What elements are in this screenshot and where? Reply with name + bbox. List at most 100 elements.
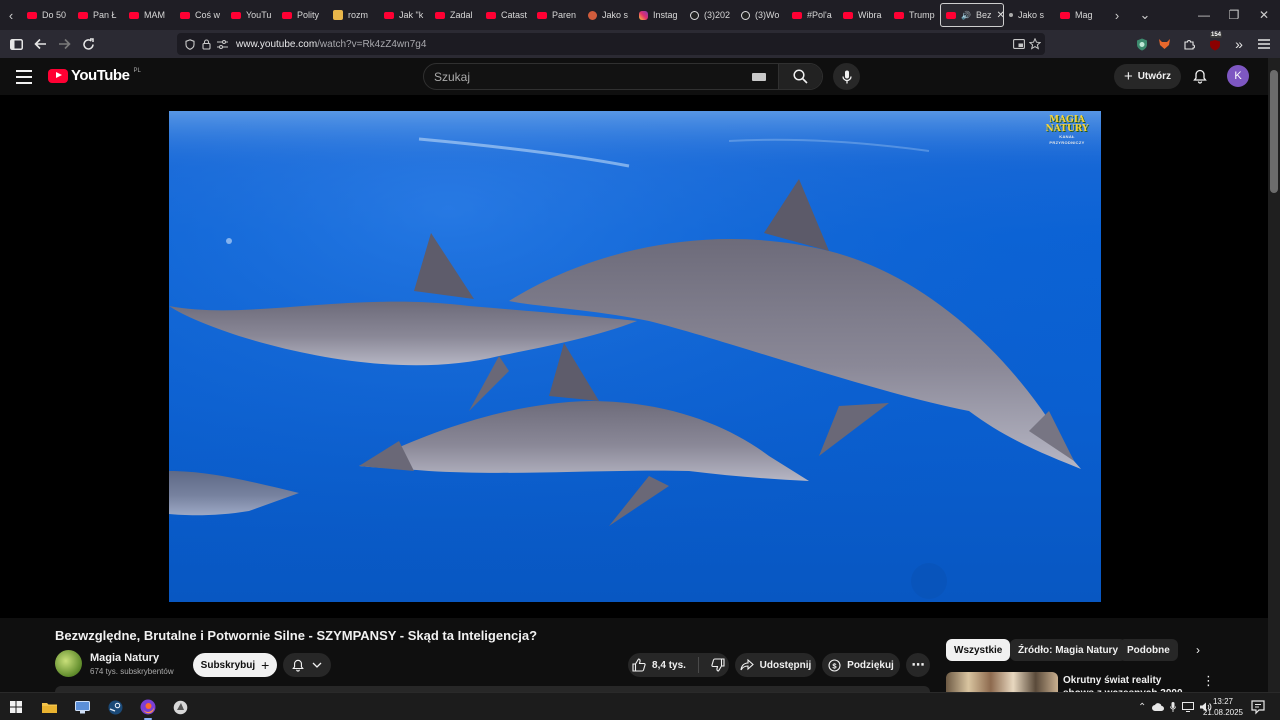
- app-menu-icon[interactable]: [1252, 32, 1276, 56]
- minimize-window-icon[interactable]: —: [1188, 0, 1220, 30]
- browser-tab[interactable]: Polity: [277, 3, 328, 27]
- chip-related[interactable]: Podobne: [1119, 639, 1178, 661]
- thanks-button[interactable]: $ Podziękuj: [822, 653, 900, 677]
- sidebar-toggle-icon[interactable]: [4, 32, 28, 56]
- chip-all[interactable]: Wszystkie: [946, 639, 1011, 661]
- fox-extension-icon[interactable]: [1152, 32, 1176, 56]
- picture-in-picture-icon[interactable]: [1011, 36, 1027, 52]
- voice-search-button[interactable]: [833, 63, 860, 90]
- dolphins-scene: [169, 111, 1101, 602]
- like-count[interactable]: 8,4 tys.: [652, 660, 686, 671]
- browser-tab[interactable]: #Pol'a: [787, 3, 838, 27]
- share-button[interactable]: Udostępnij: [735, 653, 816, 677]
- browser-tab[interactable]: Trump: [889, 3, 940, 27]
- notification-center-icon[interactable]: [1250, 699, 1266, 715]
- video-frame[interactable]: MAGIA NATURY KANAŁ PRZYRODNICZY: [169, 111, 1101, 602]
- tab-scroll-right-icon[interactable]: ›: [1106, 0, 1128, 30]
- notifications-button[interactable]: [1189, 65, 1211, 87]
- youtube-masthead: YouTube PL + Utwórz K: [0, 58, 1268, 95]
- browser-tab[interactable]: Mag: [1055, 3, 1106, 27]
- url-path: /watch?v=Rk4zZ4wn7g4: [317, 38, 427, 50]
- cloud-icon[interactable]: [1152, 703, 1165, 711]
- tab-label: Instag: [653, 10, 678, 20]
- clock-time: 13:27: [1212, 697, 1234, 706]
- browser-tab[interactable]: Catast: [481, 3, 532, 27]
- browser-tab[interactable]: rozm: [328, 3, 379, 27]
- tab-scroll-left-icon[interactable]: ‹: [0, 0, 22, 30]
- network-icon[interactable]: [1182, 702, 1195, 712]
- steam-icon[interactable]: [105, 697, 125, 717]
- browser-tab[interactable]: Coś w: [175, 3, 226, 27]
- recommended-video-title[interactable]: Okrutny świat reality shows z wczesnych …: [1063, 674, 1191, 692]
- more-actions-button[interactable]: ⋯: [906, 653, 930, 677]
- file-explorer-icon[interactable]: [39, 697, 59, 717]
- close-tab-icon[interactable]: ✕: [996, 10, 1003, 21]
- tab-label: #Pol'a: [807, 10, 832, 20]
- vpn-extension-icon[interactable]: [1130, 32, 1154, 56]
- tab-label: Jak "k: [399, 10, 424, 20]
- browser-tab[interactable]: (3)202: [685, 3, 736, 27]
- close-window-icon[interactable]: ✕: [1248, 0, 1280, 30]
- browser-tab[interactable]: Jak "k: [379, 3, 430, 27]
- search-button[interactable]: [778, 64, 822, 89]
- channel-name[interactable]: Magia Natury: [90, 652, 159, 664]
- browser-tab[interactable]: Instag: [634, 3, 685, 27]
- bookmark-star-icon[interactable]: [1027, 36, 1043, 52]
- tab-label: Zadal: [450, 10, 473, 20]
- notification-preferences-button[interactable]: [283, 653, 331, 677]
- overflow-chevrons-icon[interactable]: »: [1227, 32, 1251, 56]
- forward-arrow-icon[interactable]: [52, 32, 76, 56]
- firefox-icon[interactable]: [138, 697, 158, 720]
- search-input[interactable]: [424, 64, 752, 89]
- clock-date: 21.08.2025: [1202, 708, 1244, 717]
- reload-icon[interactable]: [76, 32, 100, 56]
- chip-from-channel[interactable]: Źródło: Magia Natury: [1010, 639, 1127, 661]
- account-avatar[interactable]: K: [1227, 65, 1249, 87]
- tab-active[interactable]: 🔊 Bez ✕: [940, 3, 1004, 27]
- extension-badge: 154: [1210, 32, 1223, 38]
- ublock-extension-icon[interactable]: 154: [1203, 32, 1227, 56]
- windows-start-icon[interactable]: [6, 697, 26, 717]
- url-text[interactable]: www.youtube.com/watch?v=Rk4zZ4wn7g4: [236, 39, 426, 50]
- taskbar-clock[interactable]: 13:27 21.08.2025: [1202, 696, 1244, 718]
- lock-icon[interactable]: [198, 36, 214, 52]
- browser-tab[interactable]: Zadal: [430, 3, 481, 27]
- browser-tab[interactable]: YouTu: [226, 3, 277, 27]
- browser-tab[interactable]: Do 50: [22, 3, 73, 27]
- tab-list-dropdown-icon[interactable]: ⌄: [1134, 0, 1156, 30]
- youtube-logo[interactable]: YouTube PL: [48, 67, 141, 84]
- extensions-puzzle-icon[interactable]: [1177, 32, 1201, 56]
- microphone-icon[interactable]: [1170, 702, 1177, 712]
- youtube-icon: [435, 11, 445, 19]
- browser-tab[interactable]: Pan Ł: [73, 3, 124, 27]
- search-icon: [793, 69, 808, 84]
- app-icon[interactable]: [170, 697, 190, 717]
- restore-window-icon[interactable]: ❐: [1218, 0, 1250, 30]
- channel-avatar[interactable]: [55, 650, 82, 677]
- address-bar[interactable]: www.youtube.com/watch?v=Rk4zZ4wn7g4: [177, 33, 1045, 55]
- recommended-video-thumbnail[interactable]: [946, 672, 1058, 692]
- create-button[interactable]: + Utwórz: [1114, 64, 1181, 89]
- permissions-icon[interactable]: [214, 36, 230, 52]
- thanks-dollar-icon: $: [828, 658, 841, 672]
- browser-tab[interactable]: (3)Wo: [736, 3, 787, 27]
- chevron-right-icon[interactable]: ›: [1189, 641, 1207, 659]
- browser-tab[interactable]: Paren: [532, 3, 583, 27]
- thumbs-down-icon[interactable]: [711, 658, 725, 672]
- subscribe-button[interactable]: Subskrybuj +: [193, 653, 277, 677]
- computer-app-icon[interactable]: [72, 697, 92, 717]
- browser-tab[interactable]: Jako s: [1004, 3, 1055, 27]
- video-player[interactable]: MAGIA NATURY KANAŁ PRZYRODNICZY: [0, 95, 1268, 618]
- chevron-up-icon[interactable]: ⌃: [1138, 702, 1146, 713]
- browser-tab[interactable]: Wibra: [838, 3, 889, 27]
- thumbs-up-icon[interactable]: [632, 658, 646, 672]
- more-vertical-icon[interactable]: ⋮: [1202, 673, 1215, 689]
- guide-menu-icon[interactable]: [14, 66, 34, 86]
- scrollbar-thumb[interactable]: [1270, 70, 1278, 193]
- keyboard-icon[interactable]: [752, 72, 766, 81]
- speaker-icon[interactable]: 🔊: [961, 11, 971, 20]
- browser-tab[interactable]: Jako s: [583, 3, 634, 27]
- back-arrow-icon[interactable]: [28, 32, 52, 56]
- shield-icon[interactable]: [182, 36, 198, 52]
- browser-tab[interactable]: MAM: [124, 3, 175, 27]
